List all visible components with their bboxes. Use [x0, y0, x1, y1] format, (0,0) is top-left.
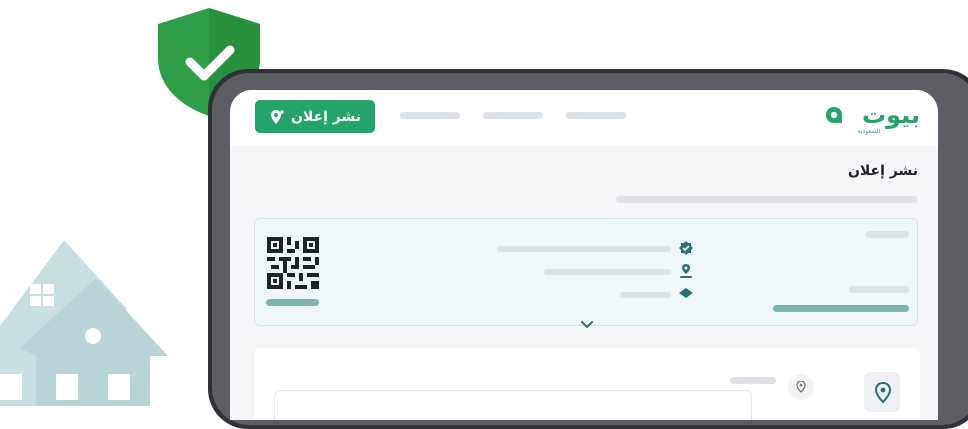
info-line-placeholder: [849, 286, 909, 293]
houses-illustration: [0, 240, 168, 406]
logo-subtitle: السعودية: [857, 128, 880, 135]
location-pin-plus-icon: [270, 109, 284, 124]
qr-code-icon: [267, 237, 319, 289]
label-placeholder: [730, 377, 776, 384]
ad-summary-card: [254, 218, 918, 329]
map-pin-icon: [874, 382, 892, 404]
logo[interactable]: بيوت السعودية: [820, 101, 920, 135]
location-marker: [788, 374, 814, 400]
price-placeholder: [773, 305, 909, 312]
chevron-down-icon[interactable]: [580, 320, 594, 329]
logo-text: بيوت: [862, 101, 920, 129]
location-button[interactable]: [864, 372, 900, 412]
location-input[interactable]: [274, 390, 752, 420]
info-line-placeholder: [544, 269, 671, 275]
info-line-placeholder: [620, 292, 671, 298]
info-line-placeholder: [865, 231, 909, 238]
nav-link-placeholder[interactable]: [566, 112, 626, 119]
page-title: نشر إعلان: [847, 163, 918, 179]
subtitle-placeholder: [616, 196, 918, 203]
house-logo-icon: [826, 107, 842, 123]
badge-check-icon: [679, 241, 693, 255]
post-ad-label: نشر إعلان: [290, 108, 362, 125]
top-navbar: نشر إعلان بيوت السعودية: [230, 90, 938, 146]
nav-link-placeholder[interactable]: [483, 112, 543, 119]
tablet-screen: نشر إعلان بيوت السعودية نشر إعلان: [230, 90, 938, 420]
location-card: [254, 348, 920, 420]
post-ad-button[interactable]: نشر إعلان: [255, 100, 375, 133]
info-line-placeholder: [497, 246, 671, 252]
qr-label-placeholder: [266, 299, 319, 306]
location-pin-icon: [680, 264, 692, 278]
nav-link-placeholder[interactable]: [400, 112, 460, 119]
location-pin-icon: [796, 381, 806, 393]
layers-icon: [679, 288, 693, 298]
